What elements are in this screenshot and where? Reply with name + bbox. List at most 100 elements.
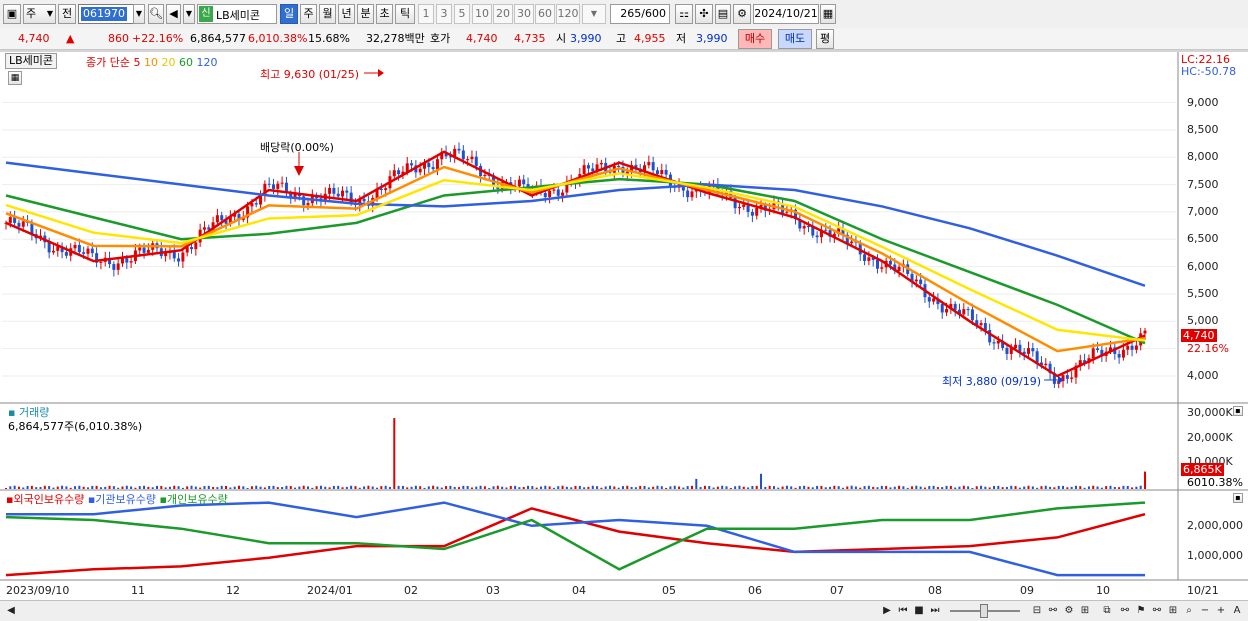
- volume-bar: [440, 487, 443, 489]
- candle-body: [522, 179, 526, 185]
- candle-body: [1091, 348, 1095, 359]
- window-icon[interactable]: ▣: [3, 4, 21, 24]
- tool-icon[interactable]: ⊞: [1166, 603, 1180, 618]
- count-value: 265: [620, 7, 642, 20]
- scroll-first-icon[interactable]: ⏮: [896, 603, 910, 618]
- volume-bar: [734, 486, 737, 489]
- candle-body: [1061, 375, 1065, 382]
- candle-body: [198, 229, 202, 243]
- sell-button[interactable]: 매도: [778, 29, 812, 49]
- speaker-icon[interactable]: ◀: [166, 4, 181, 24]
- volume-bar: [738, 485, 741, 489]
- scroll-last-icon[interactable]: ⏭: [928, 603, 942, 618]
- open-label: 시: [556, 32, 567, 45]
- interval-60[interactable]: 60: [535, 4, 555, 24]
- link2-icon[interactable]: ⚯: [1118, 603, 1132, 618]
- save-icon[interactable]: ▤: [715, 4, 731, 24]
- scrollbar[interactable]: ◀ ▶ ⏮ ■ ⏭ ⊟ ⚯ ⚙ ⊞ ⧉ ⚯ ⚑ ⚯ ⊞ ⌕ − + A: [0, 600, 1248, 621]
- period-tick[interactable]: 틱: [395, 4, 415, 24]
- candle-body: [888, 260, 892, 265]
- interval-120[interactable]: 120: [556, 4, 580, 24]
- candle-body: [819, 229, 823, 238]
- volume-bar: [462, 485, 465, 489]
- holding-close-icon[interactable]: ▪: [1233, 493, 1243, 503]
- period-type-select[interactable]: 주 ▼: [23, 4, 56, 24]
- period-minute[interactable]: 분: [357, 4, 374, 24]
- zoom-search-icon[interactable]: ⌕: [1182, 603, 1196, 618]
- period-week[interactable]: 주: [300, 4, 317, 24]
- interval-5[interactable]: 5: [454, 4, 470, 24]
- buy-button[interactable]: 매수: [738, 29, 772, 49]
- candle-body: [371, 197, 375, 206]
- link3-icon[interactable]: ⚯: [1150, 603, 1164, 618]
- interval-20[interactable]: 20: [493, 4, 513, 24]
- link-icon[interactable]: ⚯: [1046, 603, 1060, 618]
- font-size-icon[interactable]: A: [1230, 603, 1244, 618]
- last-pct-tag: 22.16%: [1187, 342, 1229, 355]
- candle-icon[interactable]: ⚏: [675, 4, 693, 24]
- settings-icon[interactable]: ⚙: [1062, 603, 1076, 618]
- volume-bar: [574, 485, 577, 489]
- y-tick-8500: 8,500: [1187, 123, 1219, 136]
- prefix-button[interactable]: 전: [58, 4, 76, 24]
- stock-name-legend[interactable]: LB세미콘: [5, 53, 58, 69]
- x-label-1: 11: [131, 584, 145, 597]
- grid-icon[interactable]: ▦: [8, 71, 22, 85]
- period-day[interactable]: 일: [280, 4, 298, 24]
- chevron-down-icon[interactable]: ▼: [183, 4, 195, 24]
- gear-icon[interactable]: ⚙: [733, 4, 751, 24]
- volume-bar: [863, 486, 866, 489]
- interval-dropdown-icon[interactable]: ▼: [582, 4, 606, 24]
- volume-bar: [1113, 486, 1116, 489]
- interval-30[interactable]: 30: [514, 4, 534, 24]
- interval-3[interactable]: 3: [436, 4, 452, 24]
- candle-body: [966, 309, 970, 311]
- zoom-icon[interactable]: ⊟: [1030, 603, 1044, 618]
- avg-button[interactable]: 평: [816, 29, 834, 49]
- period-second[interactable]: 초: [376, 4, 393, 24]
- volume-bar: [216, 487, 219, 489]
- scroll-left-icon[interactable]: ◀: [4, 603, 18, 618]
- candle-body: [190, 247, 194, 250]
- scroll-right-icon[interactable]: ▶: [880, 603, 894, 618]
- stock-name-box[interactable]: 신 LB세미콘: [197, 4, 277, 24]
- period-month[interactable]: 월: [319, 4, 336, 24]
- search-icon[interactable]: 🔍︎: [148, 4, 164, 24]
- stop-icon[interactable]: ■: [912, 603, 926, 618]
- candle-body: [228, 216, 232, 224]
- candle-body: [151, 243, 155, 250]
- candle-body: [517, 179, 521, 187]
- flag-icon[interactable]: ⚑: [1134, 603, 1148, 618]
- crosshair-icon[interactable]: ✣: [695, 4, 713, 24]
- hold-tick-2000000: 2,000,000: [1187, 519, 1243, 532]
- candle-body: [729, 190, 733, 198]
- candle-body: [552, 189, 556, 191]
- candle-body: [99, 261, 103, 263]
- copy-icon[interactable]: ⧉: [1100, 603, 1114, 618]
- calendar-icon[interactable]: ▦: [820, 4, 836, 24]
- volume-bar: [229, 487, 232, 489]
- candle-body: [1035, 351, 1039, 363]
- zoom-out-icon[interactable]: −: [1198, 603, 1212, 618]
- zoom-in-icon[interactable]: +: [1214, 603, 1228, 618]
- candle-body: [332, 187, 336, 194]
- volume-bar: [725, 486, 728, 489]
- volume-bar: [117, 487, 120, 489]
- volume-bar: [647, 487, 650, 489]
- volume-bar: [1049, 486, 1052, 489]
- candle-body: [284, 182, 288, 193]
- interval-10[interactable]: 10: [472, 4, 492, 24]
- period-year[interactable]: 년: [338, 4, 355, 24]
- volume-close-icon[interactable]: ▪: [1233, 406, 1243, 416]
- date-field[interactable]: 2024/10/21: [753, 4, 819, 24]
- count-field[interactable]: 265/600: [610, 4, 670, 24]
- candle-body: [970, 309, 974, 321]
- candle-body: [1048, 363, 1052, 374]
- chart-icon[interactable]: ⊞: [1078, 603, 1092, 618]
- code-dropdown-icon[interactable]: ▼: [133, 4, 145, 24]
- zoom-slider-handle[interactable]: [980, 604, 988, 618]
- candle-body: [77, 244, 81, 253]
- volume-bar: [315, 486, 318, 489]
- interval-1[interactable]: 1: [418, 4, 434, 24]
- dividend-annotation: 배당락(0.00%): [260, 141, 334, 154]
